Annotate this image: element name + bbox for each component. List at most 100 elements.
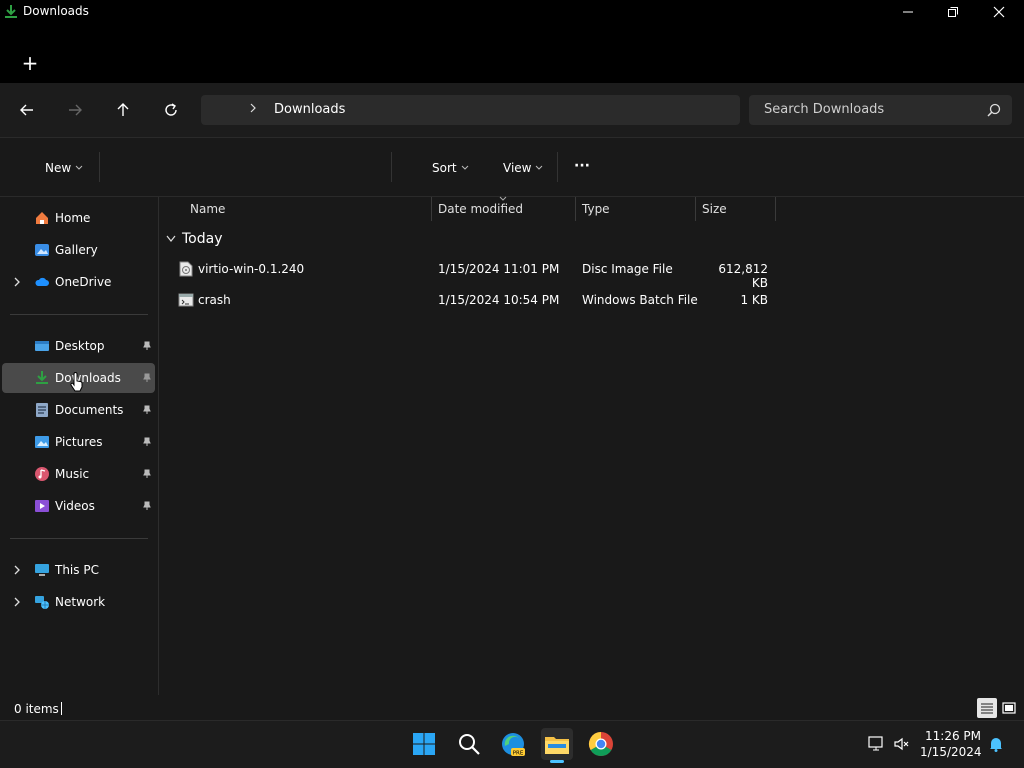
pin-icon[interactable] <box>142 341 152 351</box>
search-icon[interactable] <box>986 102 1002 118</box>
sidebar-item-music[interactable]: Music <box>2 459 155 489</box>
chevron-right-icon[interactable] <box>12 597 22 607</box>
sidebar-item-documents[interactable]: Documents <box>2 395 155 425</box>
music-icon <box>35 467 49 481</box>
back-button[interactable] <box>12 96 42 124</box>
tiles-view-icon <box>1002 702 1016 714</box>
toolbar-separator <box>99 152 100 182</box>
taskbar-search-button[interactable] <box>453 728 485 760</box>
file-size: 1 KB <box>740 293 768 307</box>
sidebar-item-network[interactable]: Network <box>2 587 155 617</box>
sidebar-item-label: Gallery <box>55 243 98 257</box>
chevron-right-icon[interactable] <box>12 565 22 575</box>
sidebar-item-label: Videos <box>55 499 95 513</box>
sidebar-item-videos[interactable]: Videos <box>2 491 155 521</box>
column-header-name[interactable]: Name <box>190 197 225 221</box>
disc-image-icon <box>179 261 193 277</box>
arrow-right-icon <box>69 104 82 116</box>
column-header-date[interactable]: Date modified <box>438 197 523 221</box>
file-explorer-button[interactable] <box>541 728 573 760</box>
file-type: Disc Image File <box>582 262 673 276</box>
sidebar-item-gallery[interactable]: Gallery <box>2 235 155 265</box>
sort-indicator-icon <box>499 196 507 201</box>
folder-icon <box>545 737 569 754</box>
restore-icon <box>948 6 958 17</box>
status-separator <box>61 702 62 715</box>
view-button[interactable]: View <box>503 161 543 175</box>
close-icon <box>993 6 1005 17</box>
column-divider[interactable] <box>431 197 432 221</box>
chevron-down-icon <box>166 235 176 242</box>
windows-logo-icon <box>413 733 435 755</box>
arrow-left-icon <box>20 104 33 116</box>
pictures-icon <box>35 436 49 448</box>
sidebar-item-onedrive[interactable]: OneDrive <box>2 267 155 297</box>
svg-text:PRE: PRE <box>513 751 524 757</box>
file-date: 1/15/2024 10:54 PM <box>438 293 560 307</box>
pin-icon[interactable] <box>142 437 152 447</box>
videos-icon <box>35 500 49 512</box>
edge-icon: PRE <box>502 733 525 757</box>
forward-button[interactable] <box>60 96 90 124</box>
minimize-icon <box>903 11 913 12</box>
column-divider[interactable] <box>695 197 696 221</box>
pin-icon[interactable] <box>142 501 152 511</box>
more-options-button[interactable]: ··· <box>574 158 590 174</box>
close-button[interactable] <box>976 0 1022 23</box>
sidebar-separator <box>10 538 148 539</box>
breadcrumb-downloads[interactable]: Downloads <box>274 102 345 117</box>
chevron-right-icon[interactable] <box>248 101 258 115</box>
new-tab-button[interactable]: + <box>20 53 40 73</box>
column-header-type[interactable]: Type <box>582 197 610 221</box>
sidebar-separator <box>10 314 148 315</box>
network-status-button[interactable] <box>867 736 885 752</box>
start-button[interactable] <box>408 728 440 760</box>
column-divider[interactable] <box>575 197 576 221</box>
refresh-button[interactable] <box>156 96 186 124</box>
tiles-view-button[interactable] <box>1000 699 1018 717</box>
chrome-browser-button[interactable] <box>585 728 617 760</box>
file-type: Windows Batch File <box>582 293 698 307</box>
sidebar-item-label: OneDrive <box>55 275 112 289</box>
window-title: Downloads <box>23 4 89 18</box>
pin-icon[interactable] <box>142 469 152 479</box>
file-row[interactable]: crash 1/15/2024 10:54 PM Windows Batch F… <box>170 286 780 316</box>
batch-file-icon <box>178 293 194 307</box>
up-button[interactable] <box>108 96 138 124</box>
sidebar-item-home[interactable]: Home <box>2 203 155 233</box>
group-header-today[interactable]: Today <box>166 231 223 247</box>
notifications-button[interactable] <box>988 736 1004 752</box>
restore-button[interactable] <box>930 0 976 23</box>
pin-icon[interactable] <box>142 405 152 415</box>
column-divider[interactable] <box>775 197 776 221</box>
file-row[interactable]: virtio-win-0.1.240 1/15/2024 11:01 PM Di… <box>170 255 780 290</box>
chevron-right-icon[interactable] <box>12 277 22 287</box>
chrome-icon <box>588 732 613 757</box>
column-header-size[interactable]: Size <box>702 197 727 221</box>
item-count: 0 items <box>14 702 59 716</box>
minimize-button[interactable] <box>885 0 931 23</box>
tab-bar <box>0 23 1024 83</box>
sidebar-item-pictures[interactable]: Pictures <box>2 427 155 457</box>
clock-time[interactable]: 11:26 PM <box>920 729 981 743</box>
sidebar-item-label: Downloads <box>55 371 121 385</box>
sidebar-item-desktop[interactable]: Desktop <box>2 331 155 361</box>
volume-button[interactable] <box>893 736 911 752</box>
view-label: View <box>503 161 532 175</box>
download-icon <box>36 371 48 384</box>
active-app-indicator <box>550 760 564 763</box>
speaker-muted-icon <box>894 737 909 751</box>
sidebar-item-this-pc[interactable]: This PC <box>2 555 155 585</box>
sort-button[interactable]: Sort <box>432 161 469 175</box>
new-button[interactable]: New <box>45 161 83 175</box>
file-date: 1/15/2024 11:01 PM <box>438 262 560 276</box>
cloud-icon <box>35 277 49 286</box>
edge-browser-button[interactable]: PRE <box>497 728 529 760</box>
hand-cursor-icon <box>70 372 83 392</box>
clock-date[interactable]: 1/15/2024 <box>920 745 982 759</box>
details-view-button[interactable] <box>977 698 997 718</box>
network-disconnected-icon <box>868 736 883 751</box>
pin-icon[interactable] <box>142 373 152 383</box>
home-icon <box>36 212 48 224</box>
title-bar <box>0 0 1024 23</box>
